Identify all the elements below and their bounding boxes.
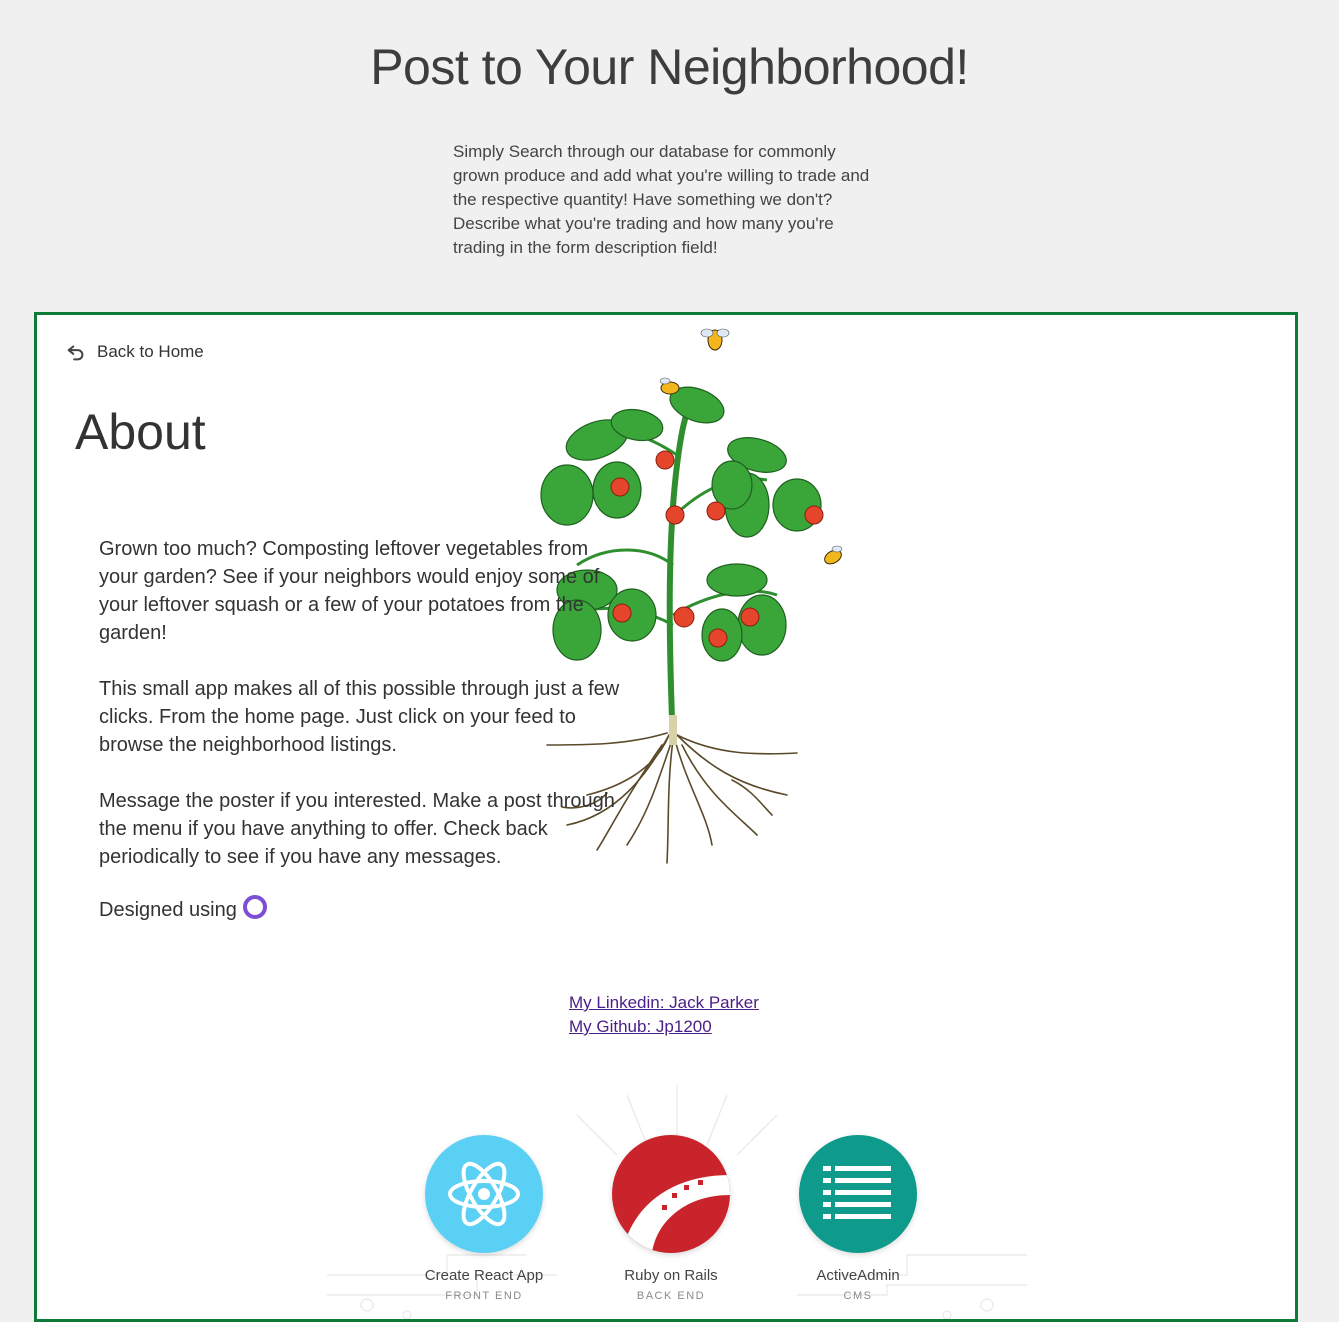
designed-using: Designed using: [99, 894, 267, 922]
rails-track-icon: [612, 1135, 730, 1253]
tech-role: CMS: [843, 1290, 873, 1302]
react-atom-icon: [425, 1135, 543, 1253]
tech-name: Ruby on Rails: [624, 1267, 718, 1284]
about-paragraph: Grown too much? Composting leftover vege…: [99, 538, 600, 644]
tech-activeadmin: ActiveAdmin CMS: [783, 1135, 933, 1302]
linkedin-link[interactable]: My Linkedin: Jack Parker: [569, 991, 759, 1015]
tech-stack: Create React App FRONT END Ruby on Rails…: [327, 1075, 1027, 1319]
back-arrow-icon: [67, 345, 84, 361]
ring-logo-icon: [242, 894, 267, 919]
intro-text: Simply Search through our database for c…: [453, 142, 870, 257]
github-link[interactable]: My Github: Jp1200: [569, 1015, 759, 1039]
back-to-home-label: Back to Home: [97, 342, 204, 361]
tech-name: Create React App: [424, 1267, 544, 1284]
page-title: Post to Your Neighborhood!: [370, 39, 969, 95]
tech-name: ActiveAdmin: [816, 1267, 900, 1284]
bee-icon: [700, 328, 730, 351]
social-links: My Linkedin: Jack Parker My Github: Jp12…: [569, 991, 759, 1039]
about-paragraph: This small app makes all of this possibl…: [99, 678, 620, 756]
tech-role: FRONT END: [445, 1290, 523, 1302]
about-heading: About: [75, 404, 206, 460]
about-panel: Back to Home About Grown too much? Compo…: [34, 312, 1298, 1322]
tech-role: BACK END: [636, 1290, 706, 1302]
tech-create-react-app: Create React App FRONT END: [409, 1135, 559, 1302]
about-text: Grown too much? Composting leftover vege…: [99, 535, 629, 899]
back-to-home-link[interactable]: Back to Home: [65, 341, 204, 363]
tech-ruby-on-rails: Ruby on Rails BACK END: [596, 1135, 746, 1302]
list-icon: [799, 1135, 917, 1253]
designed-using-label: Designed using: [99, 899, 237, 921]
about-paragraph: Message the poster if you interested. Ma…: [99, 790, 615, 868]
